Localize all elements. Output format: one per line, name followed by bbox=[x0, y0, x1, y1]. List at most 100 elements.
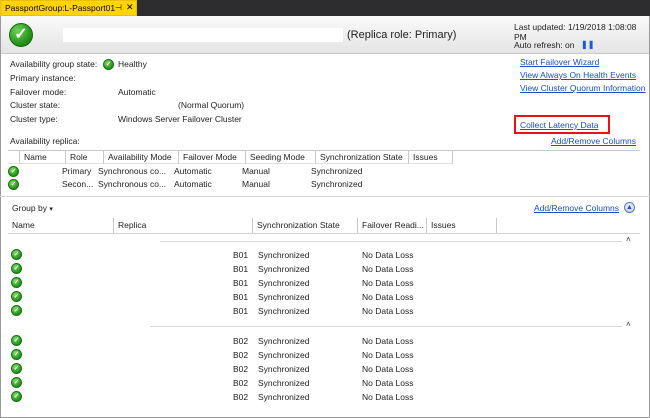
add-remove-columns-link[interactable]: Add/Remove Columns bbox=[551, 136, 636, 146]
db-replica: B01 bbox=[233, 306, 249, 316]
db-sync-state: Synchronized bbox=[258, 364, 310, 374]
failover-mode-value: Automatic bbox=[118, 87, 156, 97]
view-quorum-info-link[interactable]: View Cluster Quorum Information bbox=[520, 83, 646, 93]
db-replica: B01 bbox=[233, 264, 249, 274]
check-circle-icon: ✓ bbox=[103, 59, 114, 70]
column-header-issues[interactable]: Issues bbox=[409, 151, 453, 164]
check-circle-icon: ✓ bbox=[11, 291, 22, 302]
check-circle-icon: ✓ bbox=[11, 335, 22, 346]
db-sync-state: Synchronized bbox=[258, 292, 310, 302]
replica-seeding-mode: Manual bbox=[242, 166, 270, 176]
db-failover-readiness: No Data Loss bbox=[362, 336, 414, 346]
replica-role-text: (Replica role: Primary) bbox=[347, 29, 457, 41]
collect-latency-data-link[interactable]: Collect Latency Data bbox=[520, 120, 598, 130]
last-updated-text: Last updated: 1/19/2018 1:08:08 PM bbox=[514, 22, 637, 42]
check-circle-icon: ✓ bbox=[11, 277, 22, 288]
replica-availability-mode: Synchronous co... bbox=[98, 166, 167, 176]
group-header-line bbox=[160, 241, 622, 242]
replica-role: Secon... bbox=[62, 179, 94, 189]
redacted-group-name bbox=[63, 28, 343, 42]
db-sync-state: Synchronized bbox=[258, 336, 310, 346]
cluster-state-value: (Normal Quorum) bbox=[178, 100, 245, 110]
database-table-header: Name Replica Synchronization State Failo… bbox=[8, 218, 640, 234]
db-replica: B02 bbox=[233, 378, 249, 388]
db-replica: B02 bbox=[233, 350, 249, 360]
tab-dashboard[interactable]: PassportGroup:L-Passport01 ⊣ ✕ bbox=[0, 0, 137, 16]
column-header-availability-mode[interactable]: Availability Mode bbox=[104, 151, 179, 164]
section-divider bbox=[0, 196, 650, 197]
db-sync-state: Synchronized bbox=[258, 250, 310, 260]
cluster-type-label: Cluster type: bbox=[10, 114, 58, 124]
availability-replica-table: Name Role Availability Mode Failover Mod… bbox=[8, 150, 640, 190]
view-health-events-link[interactable]: View Always On Health Events bbox=[520, 70, 636, 80]
auto-refresh-text: Auto refresh: on bbox=[514, 40, 575, 50]
db-failover-readiness: No Data Loss bbox=[362, 264, 414, 274]
column-header-name[interactable]: Name bbox=[8, 218, 114, 233]
check-circle-icon: ✓ bbox=[11, 363, 22, 374]
db-sync-state: Synchronized bbox=[258, 350, 310, 360]
column-header-icon bbox=[8, 151, 20, 164]
column-header-sync-state[interactable]: Synchronization State bbox=[316, 151, 409, 164]
column-header-name[interactable]: Name bbox=[20, 151, 66, 164]
column-header-sync-state[interactable]: Synchronization State bbox=[253, 218, 358, 233]
db-failover-readiness: No Data Loss bbox=[362, 306, 414, 316]
primary-instance-label: Primary instance: bbox=[10, 73, 76, 83]
document-tab-bar: PassportGroup:L-Passport01 ⊣ ✕ bbox=[0, 0, 650, 16]
column-header-role[interactable]: Role bbox=[66, 151, 104, 164]
failover-mode-label: Failover mode: bbox=[10, 87, 67, 97]
dashboard-header: ✓ (Replica role: Primary) Last updated: … bbox=[1, 16, 649, 54]
column-header-seeding-mode[interactable]: Seeding Mode bbox=[246, 151, 316, 164]
db-replica: B02 bbox=[233, 392, 249, 402]
group-by-label: Group by bbox=[12, 203, 47, 213]
db-failover-readiness: No Data Loss bbox=[362, 278, 414, 288]
collapse-group-icon[interactable]: ˄ bbox=[626, 235, 631, 244]
start-failover-wizard-link[interactable]: Start Failover Wizard bbox=[520, 57, 599, 67]
check-circle-icon: ✓ bbox=[11, 349, 22, 360]
db-failover-readiness: No Data Loss bbox=[362, 250, 414, 260]
pin-icon[interactable]: ⊣ bbox=[115, 3, 122, 12]
replica-availability-mode: Synchronous co... bbox=[98, 179, 167, 189]
collapse-group-icon[interactable]: ˄ bbox=[626, 320, 631, 329]
pause-icon[interactable]: ❚❚ bbox=[581, 40, 594, 49]
ag-state-label: Availability group state: bbox=[10, 59, 98, 69]
db-replica: B01 bbox=[233, 250, 249, 260]
column-header-issues[interactable]: Issues bbox=[427, 218, 497, 233]
db-failover-readiness: No Data Loss bbox=[362, 392, 414, 402]
availability-replica-title: Availability replica: bbox=[10, 136, 80, 146]
check-circle-icon: ✓ bbox=[8, 179, 19, 190]
db-replica: B01 bbox=[233, 292, 249, 302]
replica-sync-state: Synchronized bbox=[311, 179, 363, 189]
column-header-failover-readiness[interactable]: Failover Readi... bbox=[358, 218, 427, 233]
check-circle-icon: ✓ bbox=[8, 166, 19, 177]
caret-down-icon: ▾ bbox=[49, 206, 53, 213]
db-failover-readiness: No Data Loss bbox=[362, 378, 414, 388]
column-header-replica[interactable]: Replica bbox=[114, 218, 253, 233]
replica-failover-mode: Automatic bbox=[174, 166, 212, 176]
replica-role: Primary bbox=[62, 166, 92, 176]
db-sync-state: Synchronized bbox=[258, 264, 310, 274]
cluster-type-value: Windows Server Failover Cluster bbox=[118, 114, 242, 124]
db-failover-readiness: No Data Loss bbox=[362, 292, 414, 302]
db-sync-state: Synchronized bbox=[258, 392, 310, 402]
group-by-dropdown[interactable]: Group by ▾ bbox=[12, 203, 53, 213]
replica-failover-mode: Automatic bbox=[174, 179, 212, 189]
db-failover-readiness: No Data Loss bbox=[362, 364, 414, 374]
db-replica: B01 bbox=[233, 278, 249, 288]
check-circle-icon: ✓ bbox=[11, 391, 22, 402]
group-header-line bbox=[150, 326, 622, 327]
add-remove-columns-link[interactable]: Add/Remove Columns bbox=[534, 203, 619, 213]
tab-title: PassportGroup:L-Passport01 bbox=[5, 3, 116, 13]
ag-state-value: Healthy bbox=[118, 59, 147, 69]
check-circle-icon: ✓ bbox=[11, 249, 22, 260]
check-circle-icon: ✓ bbox=[11, 263, 22, 274]
db-replica: B02 bbox=[233, 336, 249, 346]
db-failover-readiness: No Data Loss bbox=[362, 350, 414, 360]
close-icon[interactable]: ✕ bbox=[126, 2, 134, 13]
check-circle-icon: ✓ bbox=[11, 305, 22, 316]
collapse-up-icon[interactable]: ▲ bbox=[624, 202, 635, 213]
db-sync-state: Synchronized bbox=[258, 306, 310, 316]
column-header-failover-mode[interactable]: Failover Mode bbox=[179, 151, 246, 164]
db-sync-state: Synchronized bbox=[258, 378, 310, 388]
healthy-status-icon: ✓ bbox=[9, 23, 33, 47]
check-circle-icon: ✓ bbox=[11, 377, 22, 388]
